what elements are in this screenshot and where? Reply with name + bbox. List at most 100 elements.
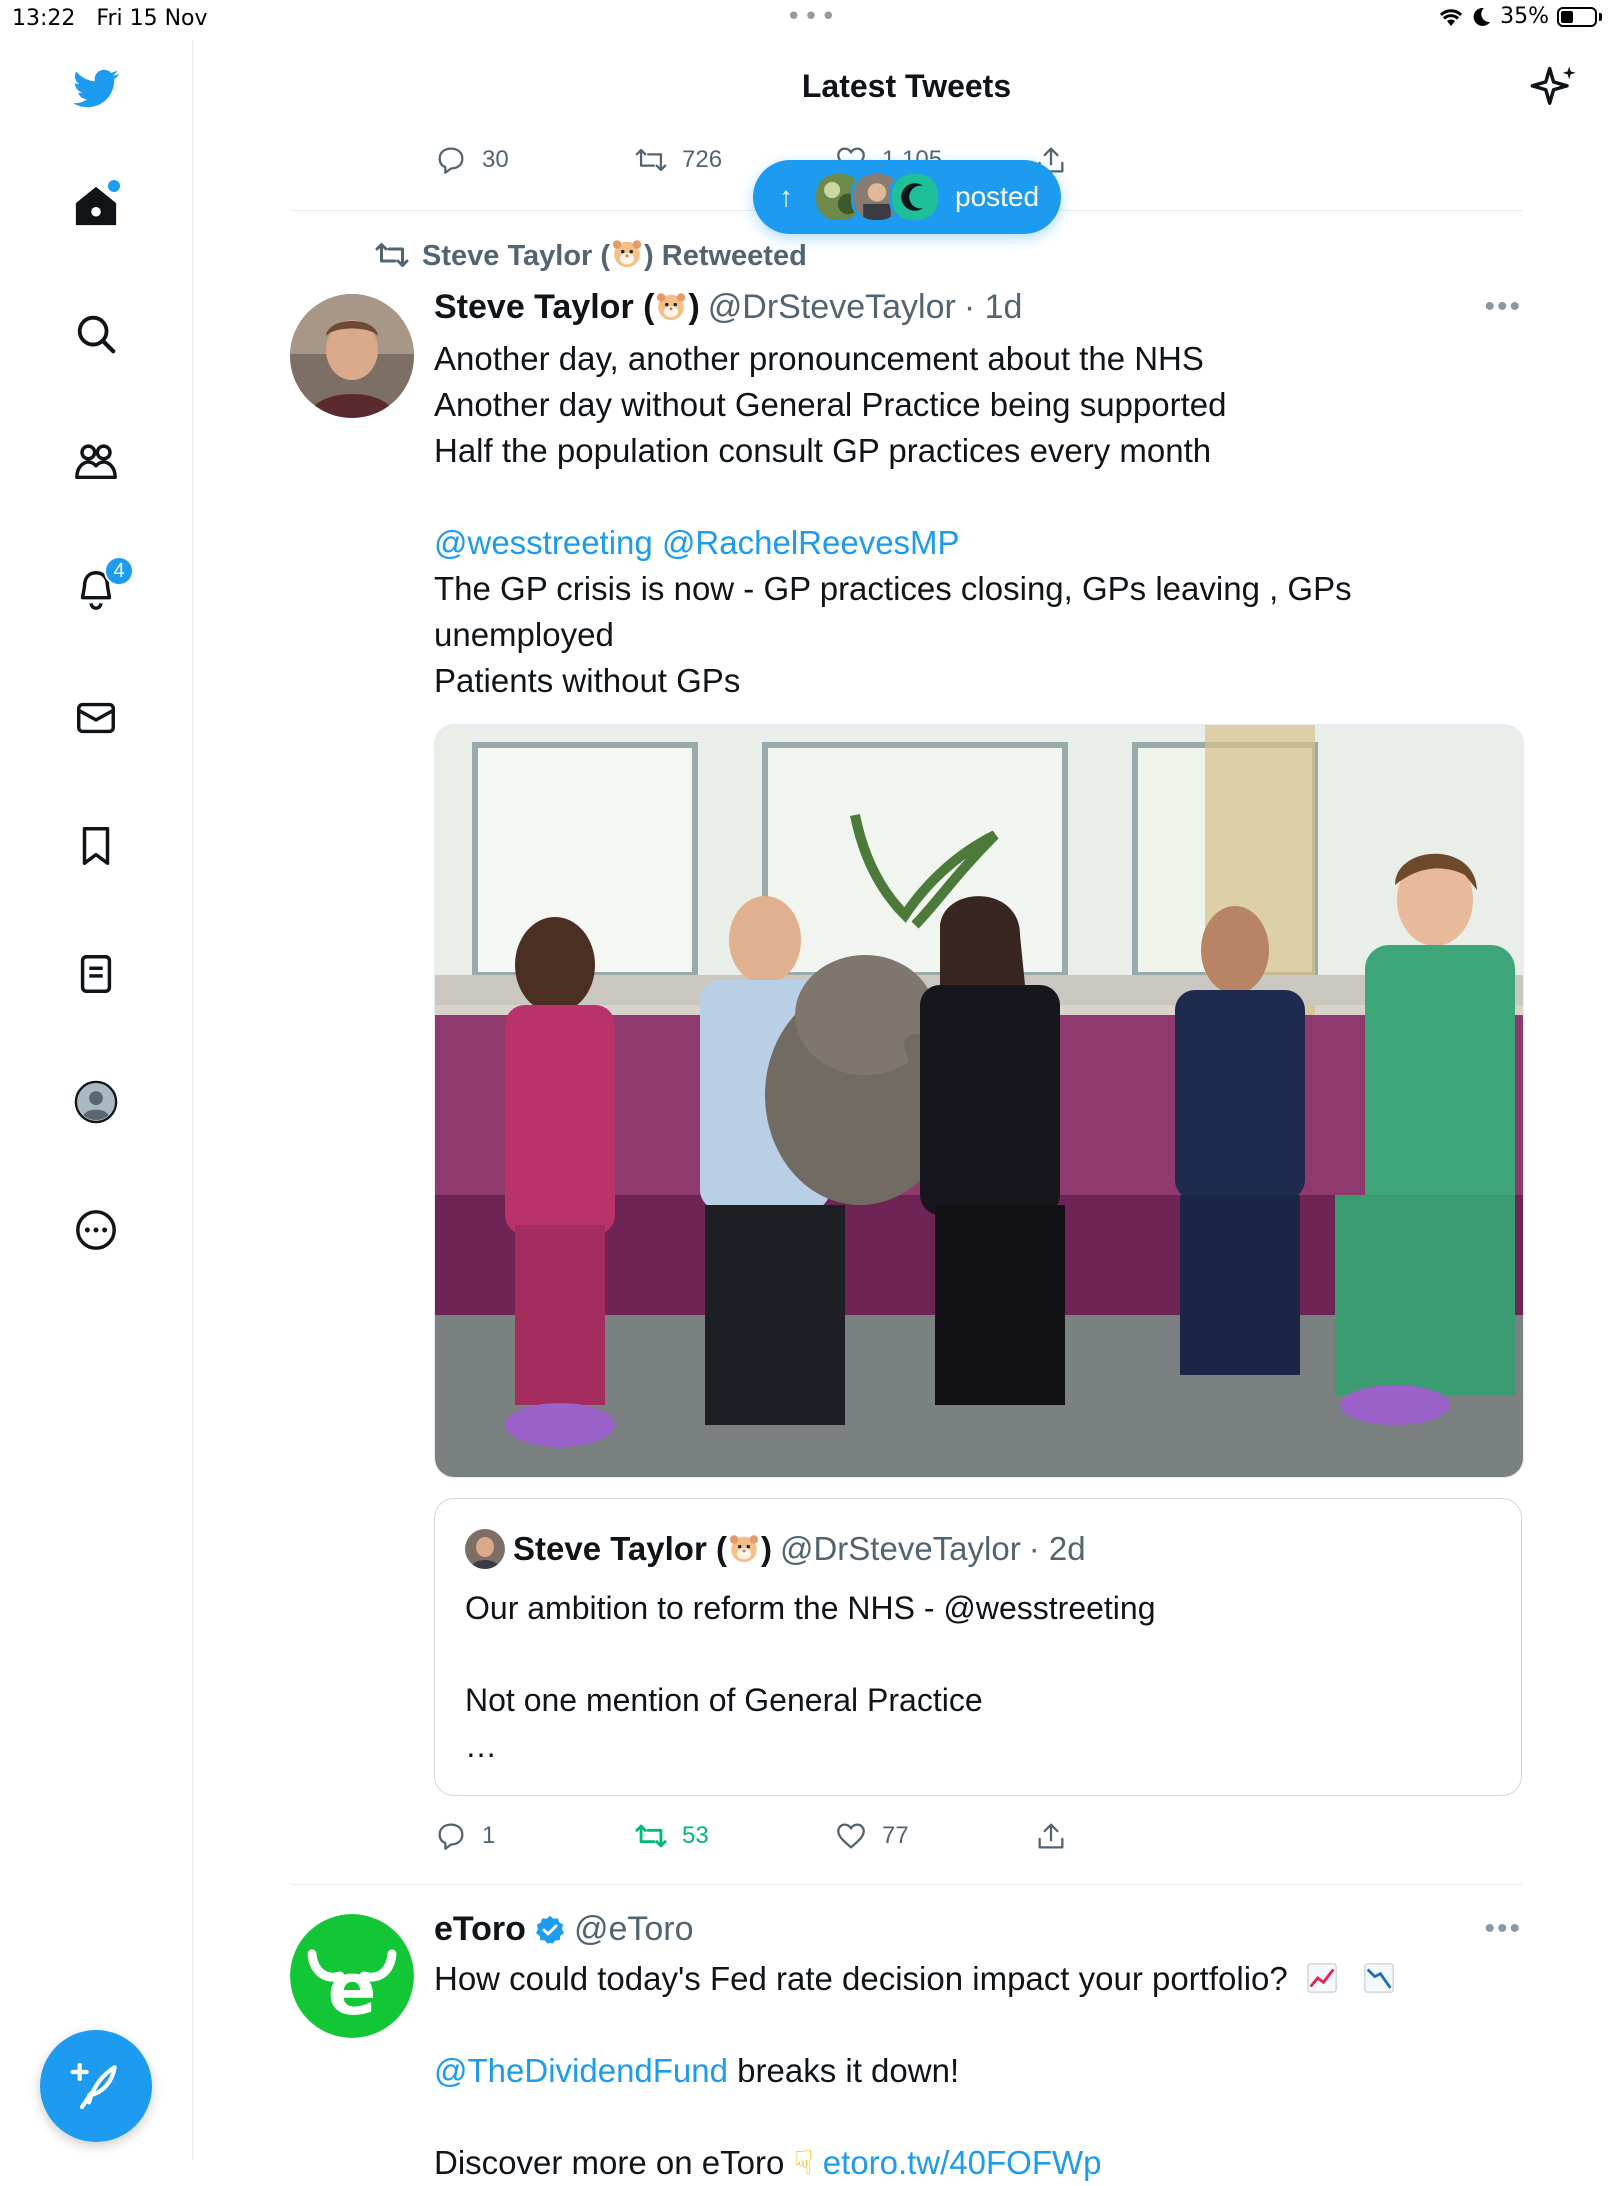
moon-icon: [1473, 7, 1491, 26]
heart-icon: [837, 1823, 865, 1849]
list-icon: [80, 955, 112, 993]
mention-link[interactable]: @TheDividendFund: [434, 2052, 728, 2089]
sparkle-icon[interactable]: [1528, 62, 1580, 114]
tweet-actions: 1 53 77: [434, 1816, 1094, 1856]
communities-icon: [75, 444, 117, 480]
sidebar: 4: [0, 40, 193, 2160]
new-content-dot: [108, 180, 120, 192]
hamster-emoji-icon: [657, 293, 686, 321]
quoted-author-handle: @DrSteveTaylor: [779, 1530, 1021, 1567]
tweet-divider: [290, 1884, 1522, 1885]
retweet-icon: [635, 1824, 667, 1848]
tweet-line: How could today's Fed rate decision impa…: [434, 1960, 1288, 1997]
quoted-ellipsis: …: [465, 1728, 497, 1764]
tweet-link[interactable]: etoro.tw/40FOFWp: [823, 2144, 1102, 2181]
new-post-avatar-3: [889, 171, 941, 223]
like-button[interactable]: 77: [834, 1819, 1034, 1853]
tweet-line: Another day without General Practice bei…: [434, 386, 1227, 423]
share-button[interactable]: [1034, 1819, 1068, 1853]
tweet-line: unemployed: [434, 616, 614, 653]
share-icon: [1038, 1823, 1064, 1849]
author-name[interactable]: eToro: [434, 1910, 526, 1949]
nav-lists[interactable]: [68, 946, 124, 1002]
profile-avatar-icon: [74, 1080, 118, 1124]
notifications-badge: 4: [104, 556, 134, 586]
tweet-line: Half the population consult GP practices…: [434, 432, 1212, 469]
tweet-more-button[interactable]: •••: [1484, 290, 1522, 324]
quoted-author-name: Steve Taylor (): [513, 1530, 772, 1567]
author-handle[interactable]: @DrSteveTaylor: [708, 288, 956, 327]
author-avatar[interactable]: [290, 294, 414, 418]
chart-increasing-emoji-icon: [1307, 1963, 1337, 1993]
mail-icon: [77, 702, 115, 734]
quoted-tweet-body: Our ambition to reform the NHS - @wesstr…: [465, 1585, 1465, 1769]
nav-home[interactable]: [68, 178, 124, 234]
quoted-line: Not one mention of General Practice: [465, 1682, 983, 1718]
compose-tweet-button[interactable]: [40, 2030, 152, 2142]
retweeted-by-line[interactable]: Steve Taylor ( ) Retweeted: [374, 236, 807, 273]
nav-search[interactable]: [68, 306, 124, 362]
retweet-icon: [375, 242, 409, 267]
tweet-header: Steve Taylor () @DrSteveTaylor · 1d: [434, 288, 1022, 327]
wifi-icon: [1440, 8, 1463, 26]
retweeted-suffix: ) Retweeted: [644, 240, 807, 272]
quoted-tweet-timestamp: · 2d: [1028, 1530, 1086, 1567]
like-count: 77: [882, 1822, 909, 1849]
nav-communities[interactable]: [68, 434, 124, 490]
more-circle-icon: [76, 1210, 116, 1250]
verified-badge-icon: [535, 1915, 564, 1944]
nav-messages[interactable]: [68, 690, 124, 746]
timeline-header: Latest Tweets: [193, 40, 1620, 140]
reply-icon: [438, 147, 464, 174]
quoted-author-avatar: [465, 1529, 505, 1569]
twitter-logo-icon[interactable]: [68, 60, 124, 116]
chart-decreasing-emoji-icon: [1364, 1963, 1394, 1993]
feather-plus-icon: [70, 2062, 117, 2110]
mention-link[interactable]: @wesstreeting: [434, 524, 653, 561]
hamster-emoji-icon: [729, 1535, 759, 1563]
reply-button[interactable]: 30: [434, 143, 634, 177]
retweet-icon: [635, 148, 667, 172]
reply-button[interactable]: 1: [434, 1819, 634, 1853]
tweet-header: eToro @eToro: [434, 1910, 694, 1949]
search-icon: [77, 315, 116, 354]
quoted-tweet-header: Steve Taylor () @DrSteveTaylor · 2d: [465, 1529, 1086, 1569]
tweet-body: Another day, another pronouncement about…: [434, 336, 1524, 704]
mention-link[interactable]: @RachelReevesMP: [662, 524, 960, 561]
tweet-timestamp[interactable]: · 1d: [964, 288, 1023, 327]
tweet-photo[interactable]: [434, 724, 1524, 1478]
reply-count: 30: [482, 146, 509, 173]
new-posts-pill[interactable]: ↑ posted: [753, 160, 1061, 234]
quoted-line: Our ambition to reform the NHS - @wesstr…: [465, 1590, 1156, 1626]
author-handle[interactable]: @eToro: [574, 1910, 694, 1949]
bookmark-icon: [82, 827, 110, 865]
retweet-button[interactable]: 53: [634, 1819, 834, 1853]
retweet-count: 726: [682, 146, 723, 173]
etoro-avatar[interactable]: e: [290, 1914, 414, 2038]
nav-more[interactable]: [68, 1202, 124, 1258]
retweet-count: 53: [682, 1822, 709, 1849]
multitasking-dots[interactable]: •••: [786, 2, 838, 32]
tweet-line: Discover more on eToro: [434, 2144, 785, 2181]
status-time: 13:22 Fri 15 Nov: [12, 6, 208, 31]
quoted-tweet-card[interactable]: Steve Taylor () @DrSteveTaylor · 2d Our …: [434, 1498, 1522, 1796]
status-bar: 13:22 Fri 15 Nov ••• 35%: [0, 0, 1620, 40]
tweet-body: How could today's Fed rate decision impa…: [434, 1956, 1524, 2186]
svg-text:e: e: [328, 1947, 377, 2031]
nav-bookmarks[interactable]: [68, 818, 124, 874]
nav-profile[interactable]: [68, 1074, 124, 1130]
status-icons: 35%: [1438, 4, 1602, 29]
reply-icon: [438, 1823, 464, 1850]
pointing-emoji-icon: ☟: [793, 2144, 814, 2181]
tweet-more-button[interactable]: •••: [1484, 1912, 1522, 1946]
author-name[interactable]: Steve Taylor (): [434, 288, 700, 327]
tweet-line: Patients without GPs: [434, 662, 741, 699]
battery-percent: 35%: [1500, 4, 1549, 29]
tweet-line: breaks it down!: [728, 2052, 960, 2089]
nav-notifications[interactable]: 4: [68, 556, 134, 618]
page-title: Latest Tweets: [801, 68, 1012, 104]
retweeter-name: Steve Taylor (: [422, 240, 611, 272]
reply-count: 1: [482, 1822, 496, 1849]
arrow-up-icon: ↑: [779, 181, 793, 212]
tweet-line: The GP crisis is now - GP practices clos…: [434, 570, 1352, 607]
